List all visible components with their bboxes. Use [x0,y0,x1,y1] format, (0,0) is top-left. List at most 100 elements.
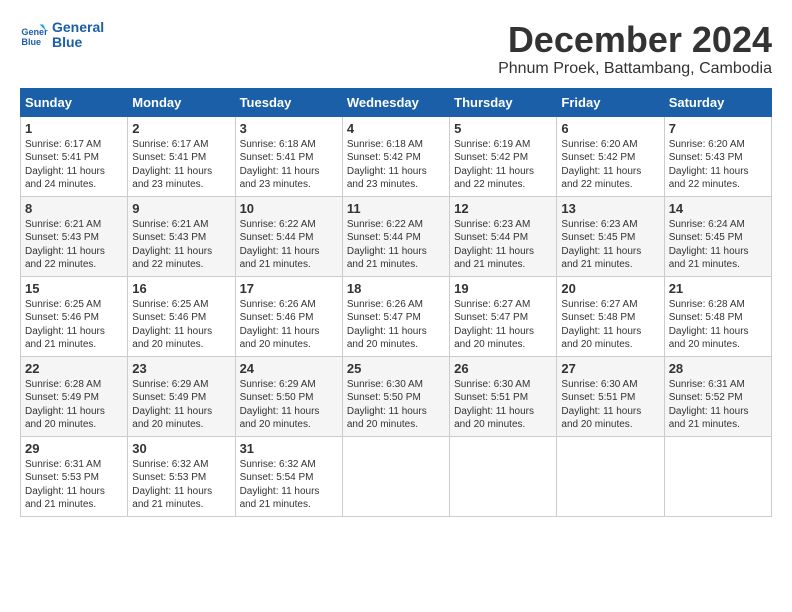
calendar-cell: 18 Sunrise: 6:26 AMSunset: 5:47 PMDaylig… [342,276,449,356]
calendar-cell [450,436,557,516]
day-number: 14 [669,201,767,216]
calendar-cell: 7 Sunrise: 6:20 AMSunset: 5:43 PMDayligh… [664,116,771,196]
calendar-cell: 2 Sunrise: 6:17 AMSunset: 5:41 PMDayligh… [128,116,235,196]
calendar-cell: 17 Sunrise: 6:26 AMSunset: 5:46 PMDaylig… [235,276,342,356]
header: General Blue GeneralBlue December 2024 P… [20,20,772,78]
day-number: 23 [132,361,230,376]
day-number: 12 [454,201,552,216]
day-number: 27 [561,361,659,376]
day-detail: Sunrise: 6:27 AMSunset: 5:47 PMDaylight:… [454,299,534,351]
calendar-cell: 24 Sunrise: 6:29 AMSunset: 5:50 PMDaylig… [235,356,342,436]
day-detail: Sunrise: 6:26 AMSunset: 5:46 PMDaylight:… [240,299,320,351]
col-header-thursday: Thursday [450,88,557,116]
calendar-table: SundayMondayTuesdayWednesdayThursdayFrid… [20,88,772,517]
day-detail: Sunrise: 6:32 AMSunset: 5:54 PMDaylight:… [240,459,320,511]
day-number: 25 [347,361,445,376]
day-number: 20 [561,281,659,296]
day-detail: Sunrise: 6:20 AMSunset: 5:42 PMDaylight:… [561,139,641,191]
day-number: 4 [347,121,445,136]
calendar-cell: 31 Sunrise: 6:32 AMSunset: 5:54 PMDaylig… [235,436,342,516]
col-header-friday: Friday [557,88,664,116]
calendar-cell: 1 Sunrise: 6:17 AMSunset: 5:41 PMDayligh… [21,116,128,196]
calendar-cell: 13 Sunrise: 6:23 AMSunset: 5:45 PMDaylig… [557,196,664,276]
col-header-tuesday: Tuesday [235,88,342,116]
day-number: 8 [25,201,123,216]
calendar-cell: 22 Sunrise: 6:28 AMSunset: 5:49 PMDaylig… [21,356,128,436]
col-header-monday: Monday [128,88,235,116]
calendar-cell: 14 Sunrise: 6:24 AMSunset: 5:45 PMDaylig… [664,196,771,276]
day-number: 1 [25,121,123,136]
calendar-cell: 21 Sunrise: 6:28 AMSunset: 5:48 PMDaylig… [664,276,771,356]
day-number: 26 [454,361,552,376]
day-detail: Sunrise: 6:22 AMSunset: 5:44 PMDaylight:… [347,219,427,271]
logo-icon: General Blue [20,21,48,49]
day-detail: Sunrise: 6:30 AMSunset: 5:51 PMDaylight:… [454,379,534,431]
day-detail: Sunrise: 6:19 AMSunset: 5:42 PMDaylight:… [454,139,534,191]
calendar-cell: 27 Sunrise: 6:30 AMSunset: 5:51 PMDaylig… [557,356,664,436]
day-number: 2 [132,121,230,136]
week-row: 8 Sunrise: 6:21 AMSunset: 5:43 PMDayligh… [21,196,772,276]
day-number: 9 [132,201,230,216]
logo: General Blue GeneralBlue [20,20,104,51]
calendar-cell: 10 Sunrise: 6:22 AMSunset: 5:44 PMDaylig… [235,196,342,276]
day-detail: Sunrise: 6:23 AMSunset: 5:45 PMDaylight:… [561,219,641,271]
day-number: 19 [454,281,552,296]
day-detail: Sunrise: 6:31 AMSunset: 5:53 PMDaylight:… [25,459,105,511]
day-detail: Sunrise: 6:28 AMSunset: 5:48 PMDaylight:… [669,299,749,351]
day-detail: Sunrise: 6:29 AMSunset: 5:49 PMDaylight:… [132,379,212,431]
day-number: 7 [669,121,767,136]
calendar-cell: 12 Sunrise: 6:23 AMSunset: 5:44 PMDaylig… [450,196,557,276]
day-detail: Sunrise: 6:22 AMSunset: 5:44 PMDaylight:… [240,219,320,271]
day-number: 10 [240,201,338,216]
day-detail: Sunrise: 6:25 AMSunset: 5:46 PMDaylight:… [25,299,105,351]
day-detail: Sunrise: 6:17 AMSunset: 5:41 PMDaylight:… [132,139,212,191]
day-detail: Sunrise: 6:31 AMSunset: 5:52 PMDaylight:… [669,379,749,431]
calendar-cell [342,436,449,516]
calendar-cell: 8 Sunrise: 6:21 AMSunset: 5:43 PMDayligh… [21,196,128,276]
calendar-cell: 6 Sunrise: 6:20 AMSunset: 5:42 PMDayligh… [557,116,664,196]
day-number: 24 [240,361,338,376]
location-title: Phnum Proek, Battambang, Cambodia [498,60,772,78]
day-detail: Sunrise: 6:27 AMSunset: 5:48 PMDaylight:… [561,299,641,351]
day-number: 11 [347,201,445,216]
week-row: 29 Sunrise: 6:31 AMSunset: 5:53 PMDaylig… [21,436,772,516]
calendar-cell: 9 Sunrise: 6:21 AMSunset: 5:43 PMDayligh… [128,196,235,276]
day-number: 3 [240,121,338,136]
week-row: 22 Sunrise: 6:28 AMSunset: 5:49 PMDaylig… [21,356,772,436]
day-number: 31 [240,441,338,456]
day-number: 18 [347,281,445,296]
day-detail: Sunrise: 6:26 AMSunset: 5:47 PMDaylight:… [347,299,427,351]
day-number: 28 [669,361,767,376]
calendar-cell: 11 Sunrise: 6:22 AMSunset: 5:44 PMDaylig… [342,196,449,276]
day-number: 29 [25,441,123,456]
day-detail: Sunrise: 6:24 AMSunset: 5:45 PMDaylight:… [669,219,749,271]
calendar-cell: 28 Sunrise: 6:31 AMSunset: 5:52 PMDaylig… [664,356,771,436]
day-detail: Sunrise: 6:30 AMSunset: 5:51 PMDaylight:… [561,379,641,431]
svg-text:Blue: Blue [21,37,41,47]
calendar-cell: 25 Sunrise: 6:30 AMSunset: 5:50 PMDaylig… [342,356,449,436]
calendar-cell: 15 Sunrise: 6:25 AMSunset: 5:46 PMDaylig… [21,276,128,356]
day-number: 6 [561,121,659,136]
day-detail: Sunrise: 6:23 AMSunset: 5:44 PMDaylight:… [454,219,534,271]
day-number: 17 [240,281,338,296]
month-title: December 2024 [498,20,772,60]
week-row: 15 Sunrise: 6:25 AMSunset: 5:46 PMDaylig… [21,276,772,356]
calendar-cell: 19 Sunrise: 6:27 AMSunset: 5:47 PMDaylig… [450,276,557,356]
calendar-cell: 26 Sunrise: 6:30 AMSunset: 5:51 PMDaylig… [450,356,557,436]
week-row: 1 Sunrise: 6:17 AMSunset: 5:41 PMDayligh… [21,116,772,196]
calendar-cell: 5 Sunrise: 6:19 AMSunset: 5:42 PMDayligh… [450,116,557,196]
day-detail: Sunrise: 6:18 AMSunset: 5:42 PMDaylight:… [347,139,427,191]
title-area: December 2024 Phnum Proek, Battambang, C… [498,20,772,78]
day-detail: Sunrise: 6:28 AMSunset: 5:49 PMDaylight:… [25,379,105,431]
calendar-cell: 29 Sunrise: 6:31 AMSunset: 5:53 PMDaylig… [21,436,128,516]
col-header-saturday: Saturday [664,88,771,116]
day-number: 13 [561,201,659,216]
day-detail: Sunrise: 6:29 AMSunset: 5:50 PMDaylight:… [240,379,320,431]
day-number: 5 [454,121,552,136]
day-detail: Sunrise: 6:30 AMSunset: 5:50 PMDaylight:… [347,379,427,431]
calendar-cell: 23 Sunrise: 6:29 AMSunset: 5:49 PMDaylig… [128,356,235,436]
calendar-cell: 3 Sunrise: 6:18 AMSunset: 5:41 PMDayligh… [235,116,342,196]
day-detail: Sunrise: 6:25 AMSunset: 5:46 PMDaylight:… [132,299,212,351]
day-detail: Sunrise: 6:20 AMSunset: 5:43 PMDaylight:… [669,139,749,191]
calendar-cell: 16 Sunrise: 6:25 AMSunset: 5:46 PMDaylig… [128,276,235,356]
